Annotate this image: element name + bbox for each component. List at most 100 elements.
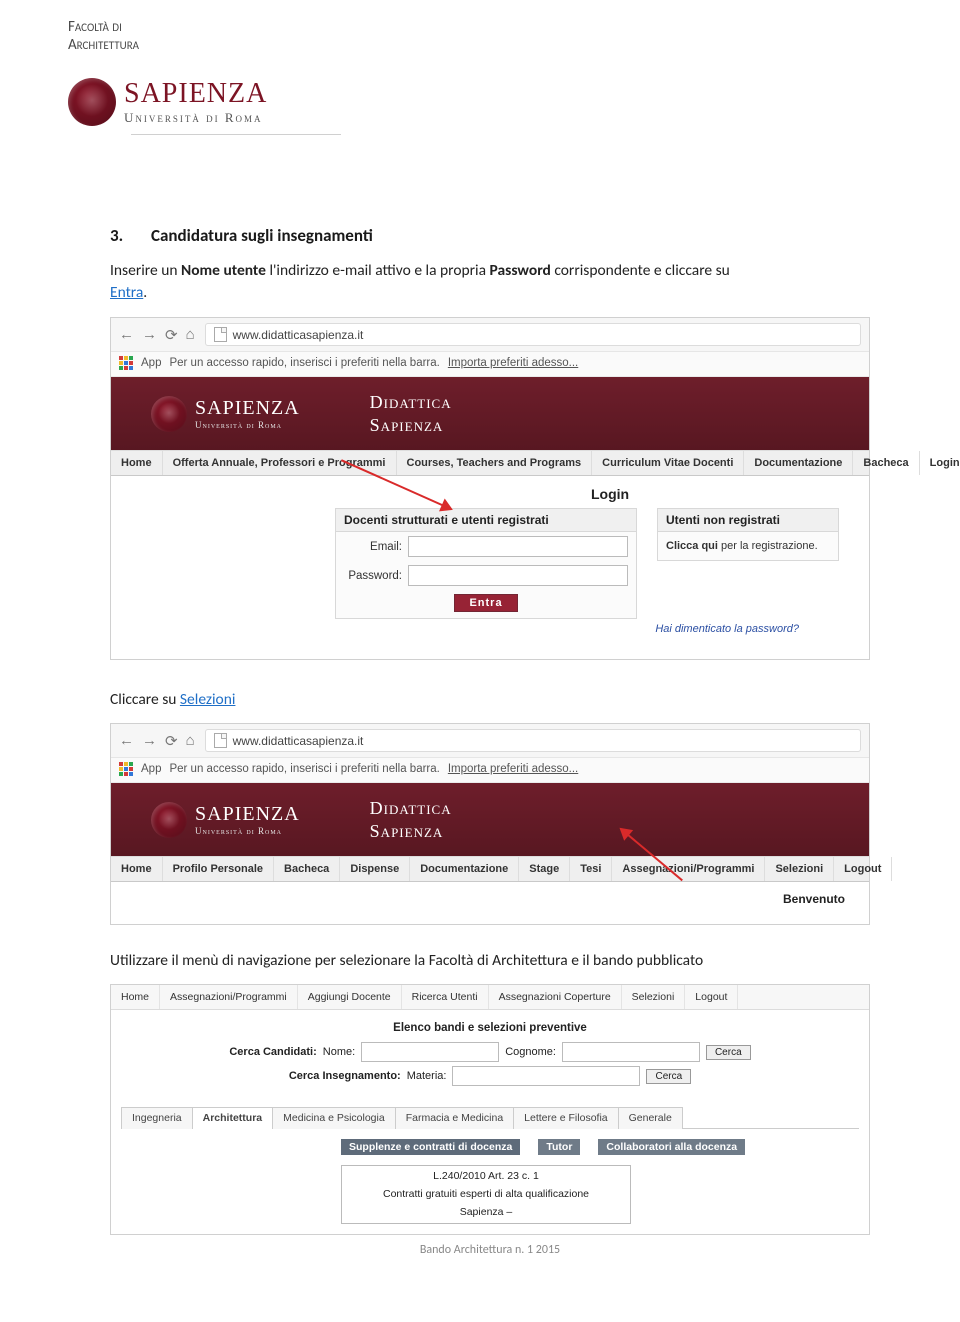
letterhead: Facoltà di Architettura SAPIENZA Univers… [0, 0, 960, 135]
sel-menu-ricerca[interactable]: Ricerca Utenti [402, 985, 489, 1009]
forward-icon[interactable]: → [142, 732, 157, 750]
forward-icon[interactable]: → [142, 326, 157, 344]
register-rest: per la registrazione. [718, 540, 818, 552]
sel-menu-logout[interactable]: Logout [685, 985, 738, 1009]
sel-menu-coperture[interactable]: Assegnazioni Coperture [489, 985, 622, 1009]
paragraph-3: Utilizzare il menù di navigazione per se… [110, 951, 870, 970]
login-panel-head: Docenti strutturati e utenti registrati [336, 509, 636, 532]
url-text: www.didatticasapienza.it [233, 328, 364, 342]
cerca-candidati-button[interactable]: Cerca [706, 1045, 751, 1060]
site-cherub-icon [151, 802, 187, 838]
materia-input[interactable] [452, 1066, 640, 1086]
tab-ingegneria[interactable]: Ingegneria [121, 1107, 193, 1129]
apps-label[interactable]: App [141, 357, 161, 369]
bookmark-hint-2: Per un accesso rapido, inserisci i prefe… [169, 763, 439, 775]
import-bookmarks-link[interactable]: Importa preferiti adesso... [448, 357, 578, 369]
apps-icon[interactable] [119, 762, 133, 776]
menu2-selezioni[interactable]: Selezioni [765, 857, 834, 881]
cognome-input[interactable] [562, 1042, 700, 1062]
cerca-insegnamento-button[interactable]: Cerca [646, 1069, 691, 1084]
menu2-assegnazioni[interactable]: Assegnazioni/Programmi [612, 857, 765, 881]
bookmark-bar-2: App Per un accesso rapido, inserisci i p… [111, 758, 869, 783]
site-title-l2: Sapienza [370, 415, 444, 435]
address-bar[interactable]: www.didatticasapienza.it [205, 323, 861, 346]
faculty-name: Facoltà di Architettura [68, 18, 960, 54]
site-title-2-l2: Sapienza [370, 821, 444, 841]
login-panel: Docenti strutturati e utenti registrati … [335, 508, 637, 619]
screenshot-selezioni-menu: ← → ⟳ ⌂ www.didatticasapienza.it App Per… [110, 723, 870, 925]
menu2-doc[interactable]: Documentazione [410, 857, 519, 881]
registration-panel: Utenti non registrati Clicca qui per la … [657, 508, 839, 561]
menu1-home[interactable]: Home [111, 451, 163, 475]
p1-mid: l'indirizzo e-mail attivo e la propria [266, 261, 490, 280]
menu2-profilo[interactable]: Profilo Personale [163, 857, 274, 881]
menu1-offerta[interactable]: Offerta Annuale, Professori e Programmi [163, 451, 397, 475]
url-text-2: www.didatticasapienza.it [233, 734, 364, 748]
sel-menu-selezioni[interactable]: Selezioni [622, 985, 686, 1009]
sel-heading: Elenco bandi e selezioni preventive [111, 1010, 869, 1042]
bando-category-pills: Supplenze e contratti di docenza Tutor C… [111, 1129, 869, 1161]
tab-farmacia-medicina[interactable]: Farmacia e Medicina [395, 1107, 514, 1129]
p1-bold2: Password [490, 261, 551, 280]
nome-input[interactable] [361, 1042, 499, 1062]
forgot-password-link[interactable]: Hai dimenticato la password? [141, 623, 839, 635]
selezioni-link-text: Selezioni [180, 690, 236, 709]
site-title-l1: Didattica [370, 392, 452, 412]
register-link[interactable]: Clicca qui [666, 540, 718, 552]
address-bar-2[interactable]: www.didatticasapienza.it [205, 729, 861, 752]
login-title: Login [141, 486, 839, 502]
section-heading: 3. Candidatura sugli insegnamenti [110, 225, 870, 246]
home-icon[interactable]: ⌂ [186, 326, 195, 344]
bookmark-bar: App Per un accesso rapido, inserisci i p… [111, 352, 869, 377]
email-field[interactable] [408, 536, 628, 557]
import-bookmarks-link-2[interactable]: Importa preferiti adesso... [448, 763, 578, 775]
menu2-home[interactable]: Home [111, 857, 163, 881]
p1-bold1: Nome utente [181, 261, 266, 280]
apps-icon[interactable] [119, 356, 133, 370]
bando-box[interactable]: L.240/2010 Art. 23 c. 1 Contratti gratui… [341, 1165, 631, 1224]
back-icon[interactable]: ← [119, 732, 134, 750]
menu1-cv[interactable]: Curriculum Vitae Docenti [592, 451, 744, 475]
site-title-2-l1: Didattica [370, 798, 452, 818]
menu2-tesi[interactable]: Tesi [570, 857, 612, 881]
menu1-courses[interactable]: Courses, Teachers and Programs [397, 451, 593, 475]
tab-medicina-psicologia[interactable]: Medicina e Psicologia [272, 1107, 396, 1129]
faculty-tabs: Ingegneria Architettura Medicina e Psico… [121, 1106, 859, 1129]
back-icon[interactable]: ← [119, 326, 134, 344]
sapienza-logo: SAPIENZA Università di Roma [68, 78, 960, 126]
apps-label-2[interactable]: App [141, 763, 161, 775]
p2-pre: Cliccare su [110, 690, 180, 709]
pill-supplenze[interactable]: Supplenze e contratti di docenza [341, 1139, 520, 1155]
entra-button[interactable]: Entra [454, 594, 517, 612]
reload-icon[interactable]: ⟳ [165, 732, 178, 750]
tab-generale[interactable]: Generale [618, 1107, 683, 1129]
email-label: Email: [344, 541, 402, 553]
menu2-logout[interactable]: Logout [834, 857, 892, 881]
site-sapienza-word: SAPIENZA [195, 397, 300, 420]
reload-icon[interactable]: ⟳ [165, 326, 178, 344]
tab-architettura[interactable]: Architettura [192, 1107, 274, 1129]
menu2-stage[interactable]: Stage [519, 857, 570, 881]
sel-menu-asseg[interactable]: Assegnazioni/Programmi [160, 985, 298, 1009]
faculty-line-2: Architettura [68, 36, 139, 54]
menu1-login[interactable]: Login [920, 451, 960, 475]
welcome-text: Benvenuto [111, 882, 869, 924]
p1-after: corrispondente e cliccare su [551, 261, 730, 280]
registration-panel-head: Utenti non registrati [658, 509, 838, 532]
p1-pre: Inserire un [110, 261, 181, 280]
password-field[interactable] [408, 565, 628, 586]
pill-collaboratori[interactable]: Collaboratori alla docenza [598, 1139, 745, 1155]
section-title: Candidatura sugli insegnamenti [151, 225, 373, 246]
tab-lettere-filosofia[interactable]: Lettere e Filosofia [513, 1107, 618, 1129]
bando-line2: Contratti gratuiti esperti di alta quali… [346, 1186, 626, 1204]
pill-tutor[interactable]: Tutor [538, 1139, 580, 1155]
home-icon[interactable]: ⌂ [186, 732, 195, 750]
menu2-bacheca[interactable]: Bacheca [274, 857, 340, 881]
menu1-doc[interactable]: Documentazione [744, 451, 853, 475]
sel-menu-aggiungi[interactable]: Aggiungi Docente [298, 985, 402, 1009]
sel-menu-home[interactable]: Home [111, 985, 160, 1009]
menu2-dispense[interactable]: Dispense [340, 857, 410, 881]
menu1-bacheca[interactable]: Bacheca [853, 451, 919, 475]
cerca-candidati-label: Cerca Candidati: [229, 1046, 316, 1058]
bando-line3: Sapienza – [346, 1204, 626, 1222]
